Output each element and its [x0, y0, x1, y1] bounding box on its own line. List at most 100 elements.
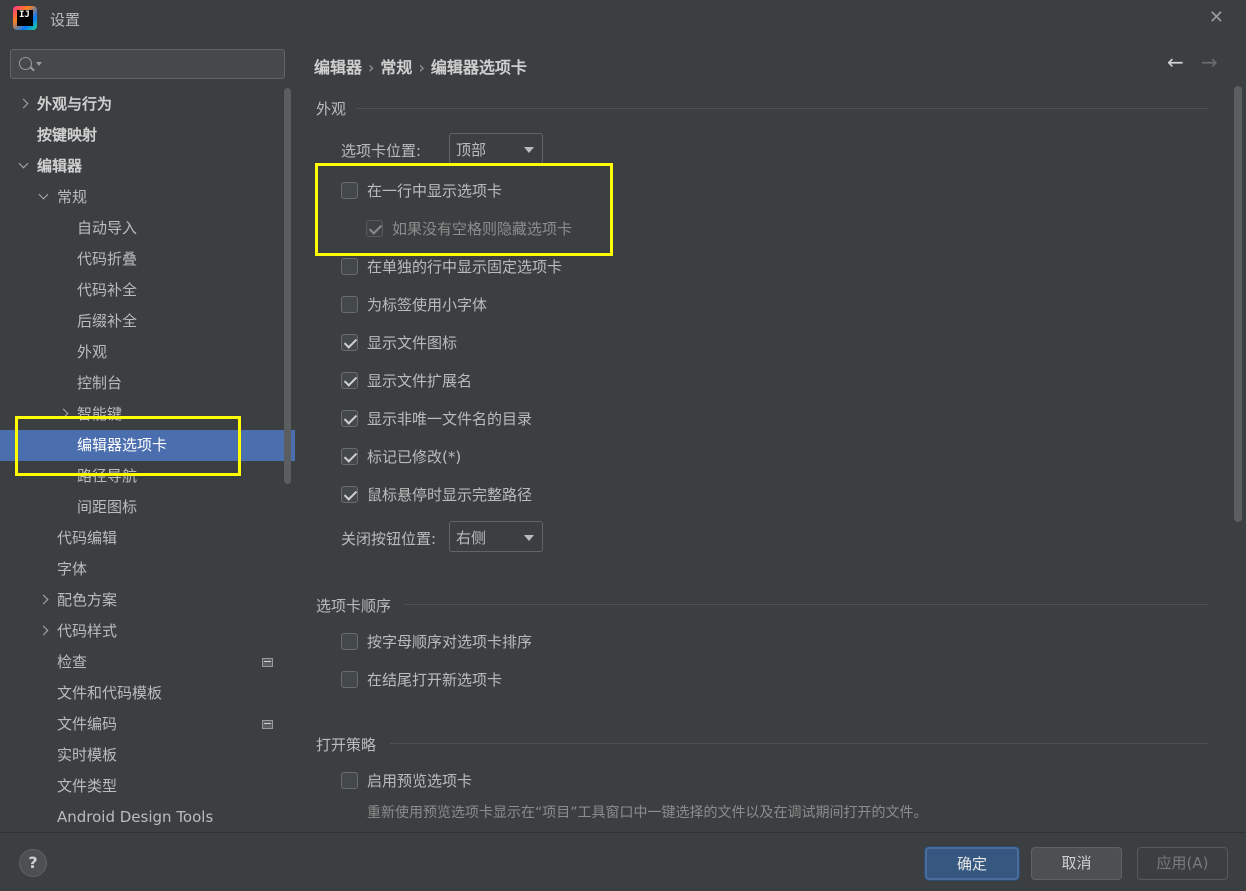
sidebar-scrollbar[interactable]: [284, 88, 291, 484]
checkbox-label: 启用预览选项卡: [367, 772, 473, 790]
sidebar-item-auto-import[interactable]: 自动导入: [0, 213, 295, 244]
sidebar-item-label: 间距图标: [77, 498, 138, 516]
sidebar-item-label: 代码样式: [57, 622, 118, 640]
checkbox-label: 显示非唯一文件名的目录: [367, 410, 533, 428]
search-icon: [19, 57, 32, 70]
apply-button[interactable]: 应用(A): [1137, 847, 1228, 880]
checkbox[interactable]: [341, 296, 358, 313]
sidebar-item-font[interactable]: 字体: [0, 554, 295, 585]
tab-placement-value: 顶部: [456, 141, 487, 159]
checkbox-label: 显示文件图标: [367, 334, 458, 352]
checkbox-label: 鼠标悬停时显示完整路径: [367, 486, 533, 504]
sidebar-item-label: 外观: [77, 343, 108, 361]
tab-placement-label: 选项卡位置:: [341, 142, 422, 160]
chevron-right-icon[interactable]: [39, 585, 49, 616]
checkbox-label: 在单独的行中显示固定选项卡: [367, 258, 563, 276]
section-title-tab-order: 选项卡顺序: [316, 597, 392, 615]
sidebar-item-label: 按键映射: [37, 126, 98, 144]
breadcrumb-general[interactable]: 常规: [380, 58, 412, 77]
section-title-appearance: 外观: [316, 100, 347, 118]
checkbox-label: 在结尾打开新选项卡: [367, 671, 503, 689]
breadcrumb-editor[interactable]: 编辑器: [314, 58, 362, 77]
sidebar-item-code-style[interactable]: 代码样式: [0, 616, 295, 647]
checkbox-label: 按字母顺序对选项卡排序: [367, 633, 533, 651]
checkbox-label: 标记已修改(*): [367, 448, 462, 466]
sidebar-item-inspections[interactable]: 检查: [0, 647, 295, 678]
sidebar-item-code-editing[interactable]: 代码编辑: [0, 523, 295, 554]
intellij-logo-icon: IJ: [13, 6, 37, 30]
sidebar-item-label: 控制台: [77, 374, 123, 392]
logo-text: IJ: [19, 10, 30, 20]
checkbox[interactable]: [341, 410, 358, 427]
sidebar-item-label: 编辑器: [37, 157, 83, 175]
sidebar-item-label: 外观与行为: [37, 95, 113, 113]
sidebar-item-live-templates[interactable]: 实时模板: [0, 740, 295, 771]
cancel-button[interactable]: 取消: [1031, 847, 1122, 880]
sidebar-item-code-folding[interactable]: 代码折叠: [0, 244, 295, 275]
chevron-right-icon[interactable]: [19, 89, 29, 120]
chevron-down-icon[interactable]: [19, 151, 29, 182]
sidebar-item-code-completion[interactable]: 代码补全: [0, 275, 295, 306]
highlight-box-tab-options: [315, 163, 613, 256]
sidebar-item-console[interactable]: 控制台: [0, 368, 295, 399]
close-button-position-value: 右侧: [456, 529, 487, 547]
sidebar-item-postfix-completion[interactable]: 后缀补全: [0, 306, 295, 337]
chevron-down-icon[interactable]: [39, 182, 49, 213]
sidebar-item-gutter-icons[interactable]: 间距图标: [0, 492, 295, 523]
breadcrumb-editor-tabs: 编辑器选项卡: [430, 58, 527, 77]
sidebar-item-keymap[interactable]: 按键映射: [0, 120, 295, 151]
window-title: 设置: [50, 11, 81, 29]
sidebar-item-label: 文件类型: [57, 777, 118, 795]
breadcrumb-separator: ›: [418, 58, 425, 77]
sidebar-item-label: 实时模板: [57, 746, 118, 764]
search-input[interactable]: [10, 49, 285, 79]
section-divider: [357, 108, 1208, 109]
sidebar-item-label: Android Design Tools: [57, 808, 214, 826]
breadcrumb-separator: ›: [368, 58, 375, 77]
chevron-down-icon[interactable]: [36, 62, 42, 66]
content-scrollbar[interactable]: [1234, 86, 1242, 522]
ok-button[interactable]: 确定: [925, 847, 1019, 880]
sidebar-item-general[interactable]: 常规: [0, 182, 295, 213]
close-button-position-dropdown[interactable]: 右侧: [449, 521, 543, 552]
sidebar-item-editor[interactable]: 编辑器: [0, 151, 295, 182]
checkbox[interactable]: [341, 671, 358, 688]
breadcrumb: 编辑器 › 常规 › 编辑器选项卡: [314, 54, 527, 78]
close-icon[interactable]: ✕: [1209, 7, 1224, 28]
checkbox[interactable]: [341, 258, 358, 275]
tab-placement-dropdown[interactable]: 顶部: [449, 133, 543, 164]
sidebar-item-appearance-behavior[interactable]: 外观与行为: [0, 89, 295, 120]
back-arrow-icon[interactable]: ←: [1167, 50, 1184, 74]
sidebar-item-label: 代码折叠: [77, 250, 138, 268]
section-title-opening-policy: 打开策略: [316, 736, 377, 754]
sidebar-item-label: 配色方案: [57, 591, 118, 609]
sidebar-item-color-scheme[interactable]: 配色方案: [0, 585, 295, 616]
help-icon[interactable]: ?: [19, 849, 47, 877]
sidebar-item-label: 自动导入: [77, 219, 138, 237]
checkbox[interactable]: [341, 772, 358, 789]
sidebar-item-file-encodings[interactable]: 文件编码: [0, 709, 295, 740]
checkbox[interactable]: [341, 633, 358, 650]
section-divider: [390, 743, 1208, 744]
sidebar-item-label: 代码补全: [77, 281, 138, 299]
chevron-right-icon[interactable]: [39, 616, 49, 647]
preview-tab-hint: 重新使用预览选项卡显示在“项目”工具窗口中一键选择的文件以及在调试期间打开的文件…: [367, 805, 928, 821]
checkbox-label: 显示文件扩展名: [367, 372, 473, 390]
sidebar-item-label: 文件和代码模板: [57, 684, 163, 702]
project-scope-icon: [262, 720, 273, 729]
checkbox[interactable]: [341, 486, 358, 503]
close-button-position-label: 关闭按钮位置:: [341, 530, 437, 548]
checkbox[interactable]: [341, 448, 358, 465]
sidebar-item-label: 文件编码: [57, 715, 118, 733]
chevron-down-icon: [524, 535, 534, 541]
forward-arrow-icon[interactable]: →: [1201, 50, 1218, 74]
settings-content: 编辑器 › 常规 › 编辑器选项卡 ← → 外观 选项卡位置: 顶部 在一行中显示选项卡…: [295, 36, 1246, 832]
sidebar-item-label: 检查: [57, 653, 88, 671]
checkbox[interactable]: [341, 334, 358, 351]
sidebar-item-android-design-tools[interactable]: Android Design Tools: [0, 802, 295, 832]
sidebar-item-appearance[interactable]: 外观: [0, 337, 295, 368]
sidebar-item-file-templates[interactable]: 文件和代码模板: [0, 678, 295, 709]
sidebar-item-file-types[interactable]: 文件类型: [0, 771, 295, 802]
sidebar-item-label: 后缀补全: [77, 312, 138, 330]
checkbox[interactable]: [341, 372, 358, 389]
